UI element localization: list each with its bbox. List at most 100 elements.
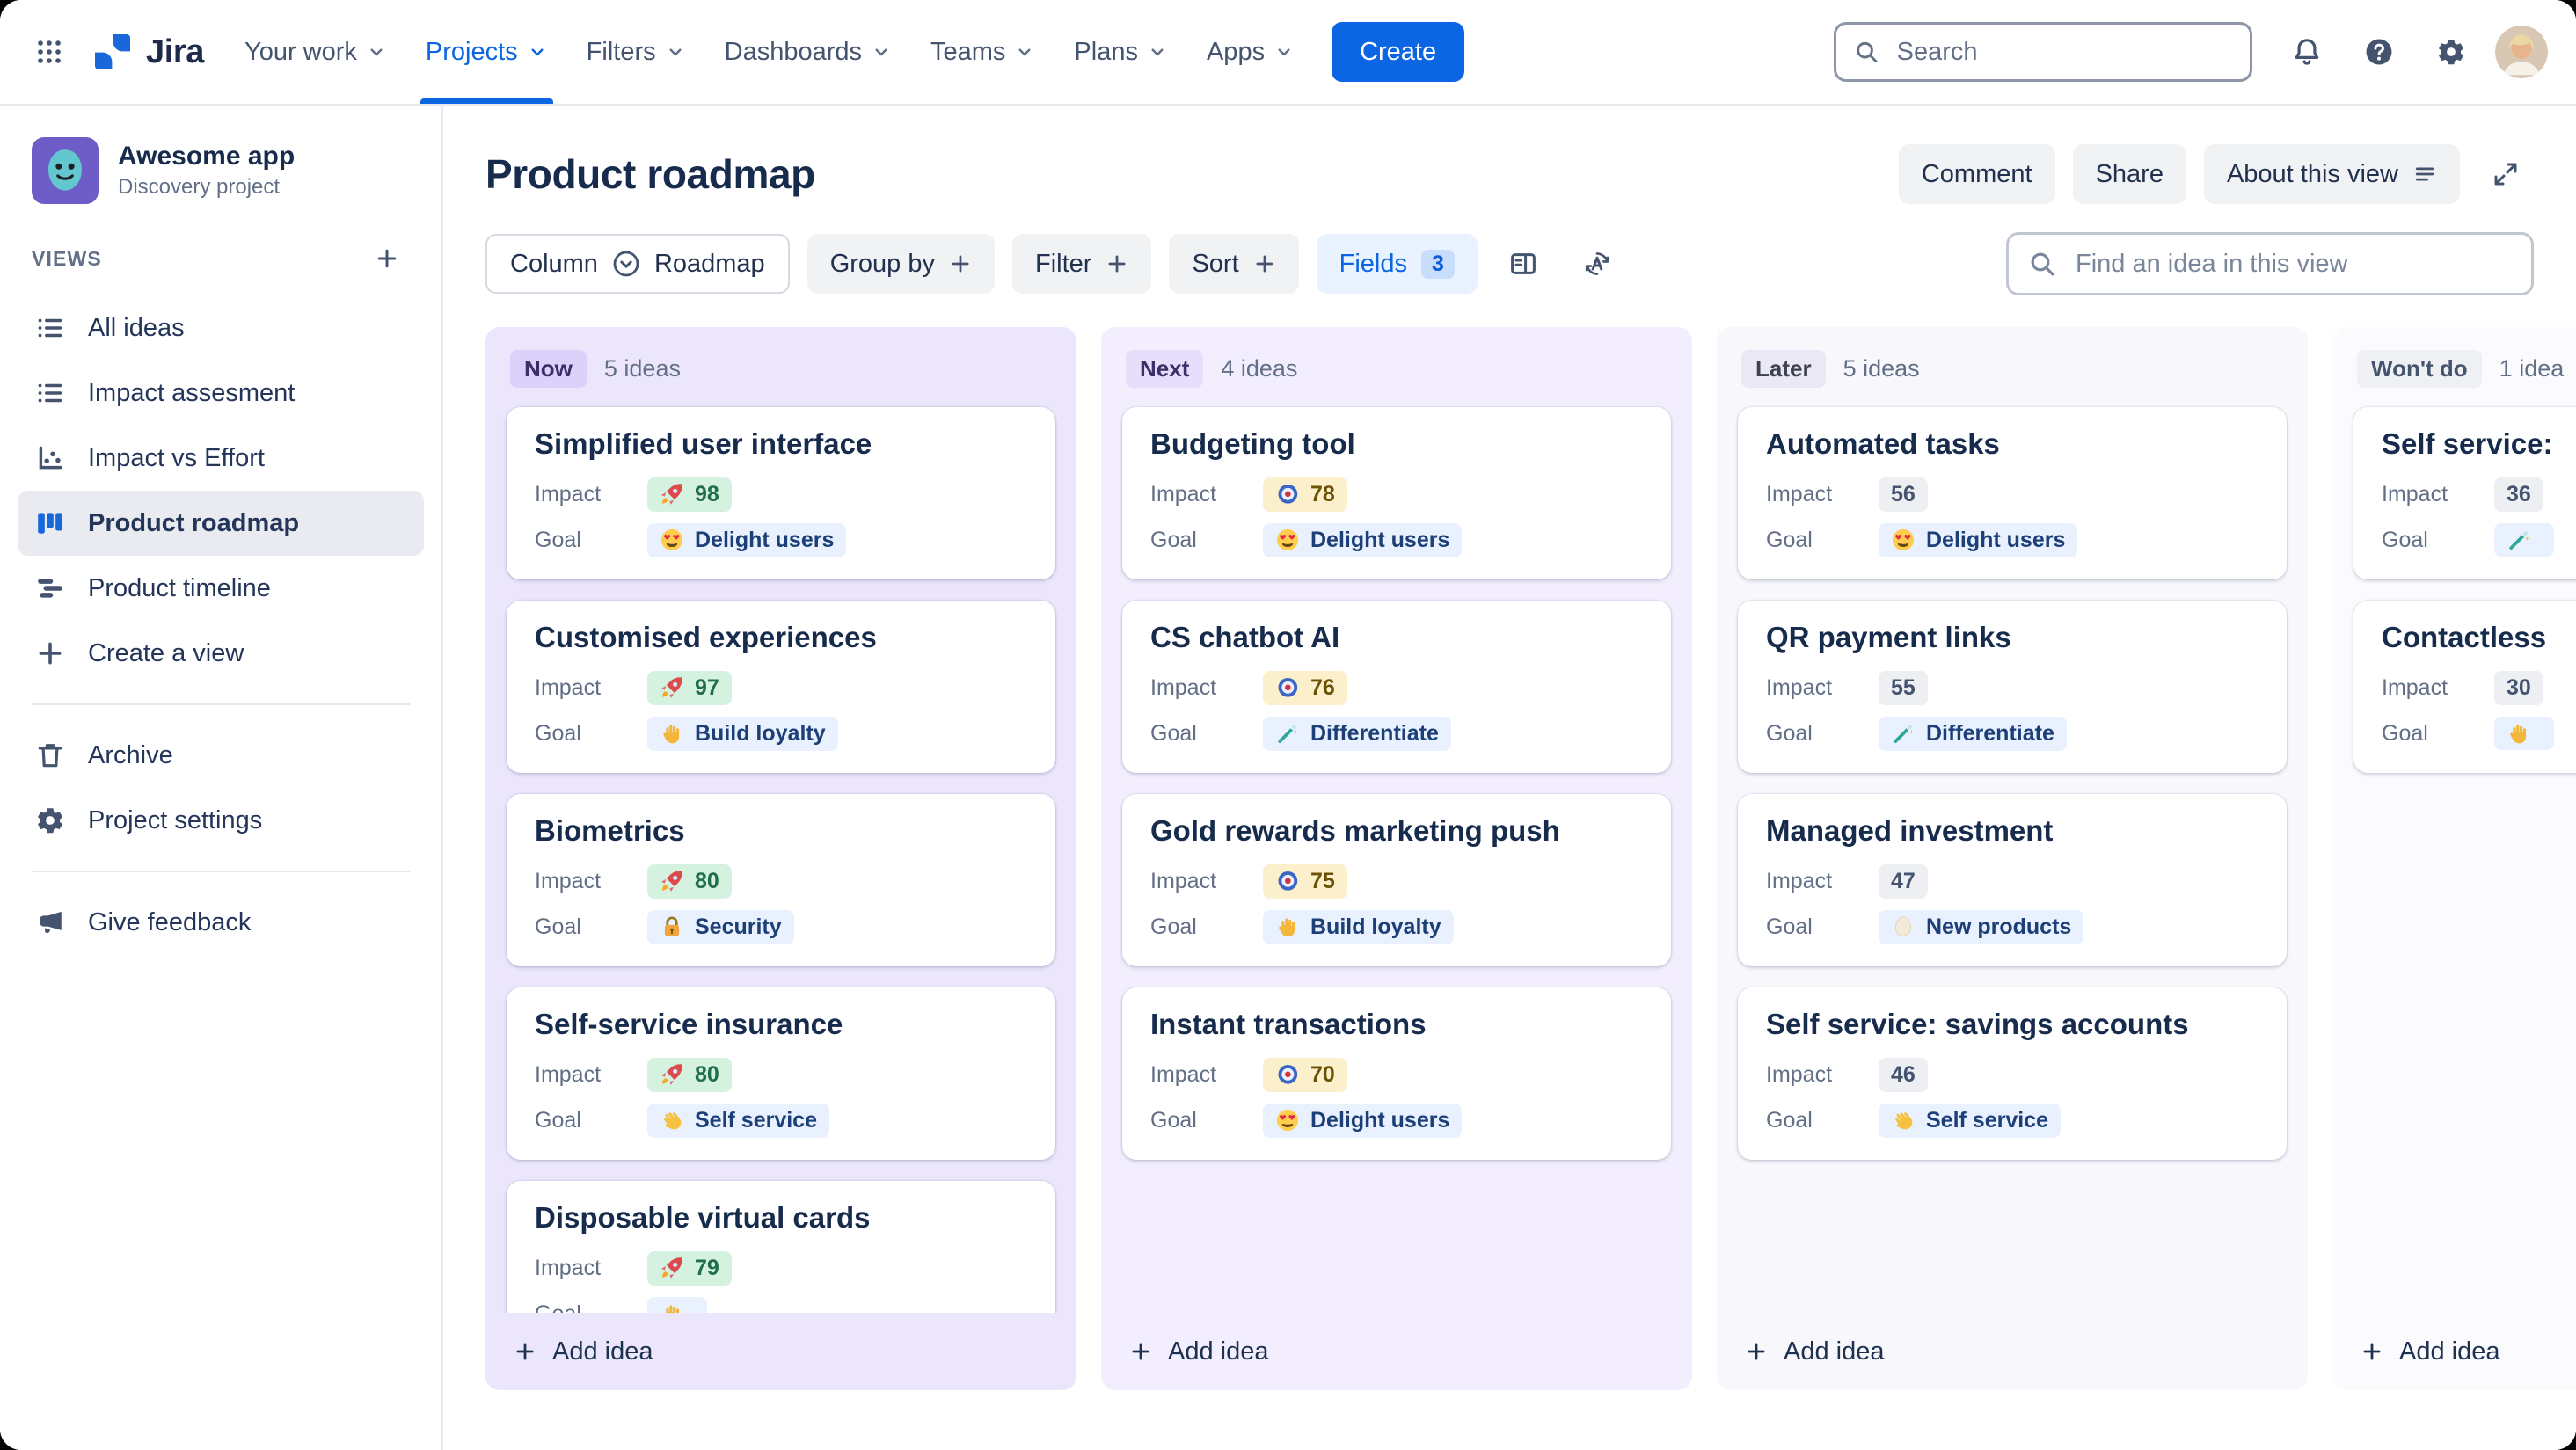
group-by-label: Group by xyxy=(829,249,935,278)
impact-label: Impact xyxy=(2382,674,2448,700)
sidebar-item-archive[interactable]: Archive xyxy=(18,723,424,788)
rocket-icon xyxy=(660,869,684,893)
plus-icon xyxy=(375,246,399,271)
goal-value: Differentiate xyxy=(1310,720,1439,746)
column-label: Column xyxy=(510,249,598,278)
sidebar-item-label: Impact vs Effort xyxy=(88,443,265,472)
impact-label: Impact xyxy=(535,1255,602,1280)
impact-badge: 80 xyxy=(647,863,732,899)
sidebar-item-impact-vs-effort[interactable]: Impact vs Effort xyxy=(18,426,424,491)
nav-filters[interactable]: Filters xyxy=(567,0,705,104)
column-view-button[interactable]: Column Roadmap xyxy=(485,234,790,294)
card-list: Self service: Impact 36 Goal Contactless … xyxy=(2332,404,2576,1313)
column-later: Later 5 ideas Automated tasks Impact 56 G… xyxy=(1717,327,2308,1390)
about-view-button[interactable]: About this view xyxy=(2203,144,2460,204)
gear-icon xyxy=(35,805,65,835)
auto-sort-icon xyxy=(1583,250,1611,278)
auto-sort-button[interactable] xyxy=(1569,236,1625,292)
goal-badge: Build loyalty xyxy=(647,716,838,751)
column-settings-button[interactable] xyxy=(1495,236,1551,292)
nav-dashboards[interactable]: Dashboards xyxy=(705,0,911,104)
idea-card[interactable]: Budgeting tool Impact 78 Goal Delight user… xyxy=(1122,407,1671,579)
idea-card[interactable]: CS chatbot AI Impact 76 Goal Differentiate xyxy=(1122,601,1671,773)
idea-card[interactable]: Self service: Impact 36 Goal xyxy=(2353,407,2576,579)
idea-count: 1 idea xyxy=(2499,355,2565,382)
add-idea-button[interactable]: Add idea xyxy=(2332,1313,2576,1390)
find-idea-input[interactable] xyxy=(2072,247,2512,281)
idea-title: Self service: savings accounts xyxy=(1766,1008,2189,1040)
nav-apps[interactable]: Apps xyxy=(1187,0,1314,104)
column-value: Roadmap xyxy=(653,249,765,278)
primary-nav: Your work Projects Filters Dashboards Te… xyxy=(225,0,1314,104)
settings-button[interactable] xyxy=(2423,24,2479,80)
sidebar-item-all-ideas[interactable]: All ideas xyxy=(18,295,424,361)
idea-title: Automated tasks xyxy=(1766,427,2000,460)
add-idea-button[interactable]: Add idea xyxy=(1717,1313,2308,1390)
impact-value: 76 xyxy=(1310,674,1335,700)
global-search[interactable] xyxy=(1834,22,2252,82)
notifications-button[interactable] xyxy=(2279,24,2335,80)
nav-your-work[interactable]: Your work xyxy=(225,0,406,104)
add-idea-label: Add idea xyxy=(552,1337,653,1366)
impact-badge: 36 xyxy=(2494,477,2543,512)
add-idea-label: Add idea xyxy=(1168,1337,1269,1366)
sidebar-item-product-roadmap[interactable]: Product roadmap xyxy=(18,491,424,556)
add-idea-button[interactable]: Add idea xyxy=(1101,1313,1692,1390)
sidebar-item-give-feedback[interactable]: Give feedback xyxy=(18,890,424,955)
sidebar-item-create-a-view[interactable]: Create a view xyxy=(18,621,424,686)
share-button[interactable]: Share xyxy=(2072,144,2186,204)
fields-button[interactable]: Fields 3 xyxy=(1316,234,1478,294)
nav-plans[interactable]: Plans xyxy=(1054,0,1187,104)
goal-badge xyxy=(2494,523,2554,557)
goal-badge xyxy=(2494,717,2554,750)
card-list: Budgeting tool Impact 78 Goal Delight user… xyxy=(1101,404,1692,1313)
idea-card[interactable]: Gold rewards marketing push Impact 75 Goa… xyxy=(1122,794,1671,966)
add-view-button[interactable] xyxy=(364,236,410,281)
group-by-button[interactable]: Group by xyxy=(806,234,995,294)
impact-value: 70 xyxy=(1310,1061,1335,1087)
nav-teams[interactable]: Teams xyxy=(911,0,1054,104)
fullscreen-button[interactable] xyxy=(2477,146,2534,202)
idea-card[interactable]: Simplified user interface Impact 98 Goal D… xyxy=(507,407,1055,579)
add-idea-button[interactable]: Add idea xyxy=(485,1313,1076,1390)
column-wont-do: Won't do 1 idea Self service: Impact 36 G… xyxy=(2332,327,2576,1390)
user-avatar[interactable] xyxy=(2495,26,2548,78)
call-me-hand-icon xyxy=(1891,1108,1916,1133)
global-search-input[interactable] xyxy=(1893,35,2232,69)
idea-card[interactable]: Instant transactions Impact 70 Goal Deligh… xyxy=(1122,987,1671,1160)
create-button[interactable]: Create xyxy=(1332,22,1465,82)
call-me-hand-icon xyxy=(660,1108,684,1133)
idea-card[interactable]: Biometrics Impact 80 Goal Security xyxy=(507,794,1055,966)
app-grid-icon xyxy=(35,38,63,66)
sidebar-item-product-timeline[interactable]: Product timeline xyxy=(18,556,424,621)
idea-card[interactable]: Managed investment Impact 47 Goal New prod… xyxy=(1738,794,2287,966)
sidebar-item-impact-assesment[interactable]: Impact assesment xyxy=(18,361,424,426)
impact-value: 36 xyxy=(2507,481,2531,506)
idea-card[interactable]: Contactless Impact 30 Goal xyxy=(2353,601,2576,773)
sort-button[interactable]: Sort xyxy=(1169,234,1299,294)
impact-value: 98 xyxy=(695,481,719,506)
chevron-down-icon xyxy=(871,41,892,62)
goal-badge: Self service xyxy=(1879,1103,2061,1138)
filter-button[interactable]: Filter xyxy=(1011,234,1152,294)
idea-card[interactable]: Self-service insurance Impact 80 Goal Self… xyxy=(507,987,1055,1160)
goal-badge: Delight users xyxy=(647,522,847,557)
goal-value: Self service xyxy=(1926,1107,2048,1133)
avatar-image xyxy=(2495,26,2548,78)
nav-projects[interactable]: Projects xyxy=(406,0,567,104)
find-idea-search[interactable] xyxy=(2006,232,2534,295)
sidebar-item-label: Project settings xyxy=(88,805,263,834)
target-icon xyxy=(1275,869,1300,893)
view-toolbar: Column Roadmap Group by Filter Sort Fiel… xyxy=(443,215,2576,324)
idea-card[interactable]: Customised experiences Impact 97 Goal Buil… xyxy=(507,601,1055,773)
idea-card[interactable]: Disposable virtual cards Impact 79 Goal xyxy=(507,1181,1055,1313)
comment-button[interactable]: Comment xyxy=(1898,144,2055,204)
help-button[interactable] xyxy=(2351,24,2407,80)
app-switcher-button[interactable] xyxy=(21,24,77,80)
idea-card[interactable]: Self service: savings accounts Impact 46 … xyxy=(1738,987,2287,1160)
sidebar-item-project-settings[interactable]: Project settings xyxy=(18,788,424,853)
jira-logo[interactable]: Jira xyxy=(77,31,225,73)
idea-card[interactable]: QR payment links Impact 55 Goal Differenti… xyxy=(1738,601,2287,773)
idea-card[interactable]: Automated tasks Impact 56 Goal Delight use… xyxy=(1738,407,2287,579)
impact-label: Impact xyxy=(1766,1061,1833,1087)
